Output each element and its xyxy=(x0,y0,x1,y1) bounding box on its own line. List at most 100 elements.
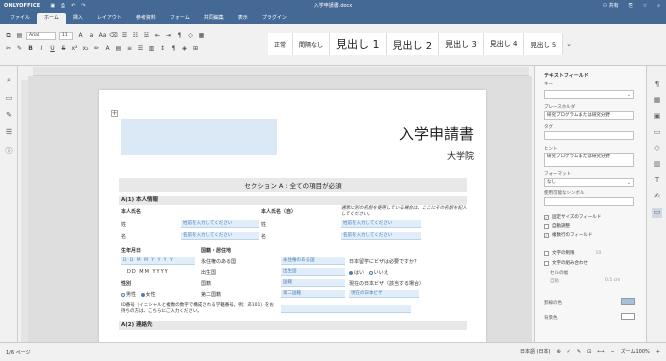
table-settings-icon[interactable]: ▦ xyxy=(652,96,662,106)
header-footer-icon[interactable]: ▭ xyxy=(652,128,662,138)
dob-field[interactable]: D D M M Y Y Y Y xyxy=(121,257,195,265)
checkbox-unchecked[interactable] xyxy=(544,223,549,229)
print-icon[interactable]: ⎙ xyxy=(61,3,65,9)
tab-collaboration[interactable]: 共同編集 xyxy=(197,13,231,24)
tab-home[interactable]: ホーム xyxy=(37,13,66,24)
id-field[interactable] xyxy=(281,305,411,313)
style-heading-4[interactable]: 見出し 4 xyxy=(483,33,525,55)
track-icon[interactable]: ✎ xyxy=(577,349,581,355)
style-normal[interactable]: 正常 xyxy=(268,33,294,55)
given-field-2[interactable]: 名前を入力してください xyxy=(341,232,421,240)
tab-view[interactable]: 表示 xyxy=(231,13,255,24)
strikethrough-icon[interactable]: S xyxy=(59,44,68,53)
logo-image-placeholder[interactable] xyxy=(121,119,277,155)
increase-indent-icon[interactable]: ⇥ xyxy=(164,31,173,40)
bold-icon[interactable]: B xyxy=(26,44,35,53)
font-size-select[interactable]: 11 xyxy=(59,31,73,40)
open-location-icon[interactable]: ⎘ xyxy=(629,3,633,9)
copy-style-icon[interactable]: ◇ xyxy=(186,31,195,40)
align-left-icon[interactable]: ▤ xyxy=(114,44,123,53)
checkbox-checked[interactable]: ✓ xyxy=(544,232,549,238)
underline-icon[interactable]: U xyxy=(48,44,57,53)
surname-field[interactable]: 姓前を入力してください xyxy=(181,220,259,228)
highlight-icon[interactable]: ✏ xyxy=(92,44,101,53)
signature-icon[interactable]: ✍ xyxy=(652,192,662,202)
zoom-level[interactable]: ズーム100% xyxy=(621,348,650,355)
tab-layout[interactable]: レイアウト xyxy=(90,13,129,24)
page-count[interactable]: 1/6 ページ xyxy=(6,349,31,356)
tab-file[interactable]: ファイル xyxy=(3,13,37,24)
paste-icon[interactable]: ▤ xyxy=(15,31,24,40)
autofit-checkbox-row[interactable]: 自動調整 xyxy=(544,223,570,229)
comb-checkbox-row[interactable]: 文字の組み合わせ xyxy=(544,260,588,266)
share-button[interactable]: ⚇ 共有 xyxy=(603,2,619,9)
style-heading-3[interactable]: 見出し 3 xyxy=(439,33,484,55)
language-select[interactable]: 日本語 (日本) xyxy=(520,348,551,355)
font-name-select[interactable]: Arial xyxy=(26,31,56,40)
current-visa-field[interactable]: 現在の日本ビザ xyxy=(349,290,419,298)
zoom-in-icon[interactable]: + xyxy=(656,349,660,355)
undo-icon[interactable]: ↶ xyxy=(71,3,75,9)
increase-font-icon[interactable]: A xyxy=(76,31,85,40)
style-heading-2[interactable]: 見出し 2 xyxy=(386,33,440,55)
gender-female-radio[interactable] xyxy=(140,292,145,297)
copy-icon[interactable]: ⧉ xyxy=(4,31,13,40)
paragraph-icon[interactable]: ¶ xyxy=(169,44,178,53)
globe-icon[interactable]: ⊕ xyxy=(556,349,560,355)
zoom-out-icon[interactable]: − xyxy=(610,349,614,355)
navigation-icon[interactable]: ☰ xyxy=(4,128,14,138)
checkbox-unchecked[interactable] xyxy=(544,250,549,256)
fill-icon[interactable]: ◈ xyxy=(180,44,189,53)
tag-input[interactable] xyxy=(544,131,634,140)
visa-yes-radio[interactable] xyxy=(349,270,353,275)
numbering-icon[interactable]: ☷ xyxy=(131,31,140,40)
format-painter-icon[interactable]: ✎ xyxy=(15,44,24,53)
cell-width-unit[interactable]: 0.5 cm xyxy=(605,278,620,283)
save-icon[interactable]: ▣ xyxy=(50,3,55,9)
hint-input[interactable]: 研究プログラムまたは研究分野 xyxy=(544,153,634,167)
paragraph-settings-icon[interactable]: ¶ xyxy=(652,80,662,90)
cell-width-value[interactable]: 自動 xyxy=(550,278,559,284)
fixed-size-checkbox-row[interactable]: ✓ 固定サイズのフィールド xyxy=(544,214,601,220)
chevron-down-icon[interactable]: ⌄ xyxy=(563,33,575,55)
style-no-spacing[interactable]: 間隔なし xyxy=(293,33,331,55)
comments-icon[interactable]: ▭ xyxy=(4,94,14,104)
about-icon[interactable]: ⓘ xyxy=(4,146,14,156)
justify-icon[interactable]: ▥ xyxy=(147,44,156,53)
multilevel-icon[interactable]: ☱ xyxy=(142,31,151,40)
tab-plugins[interactable]: プラグイン xyxy=(255,13,294,24)
search-icon[interactable]: ⌕ xyxy=(4,76,14,86)
chart-settings-icon[interactable]: ▥ xyxy=(652,160,662,170)
redo-icon[interactable]: ↷ xyxy=(81,3,85,9)
fit-width-icon[interactable]: ⟷ xyxy=(597,349,604,355)
table-move-handle-icon[interactable]: + xyxy=(111,110,118,117)
favorite-icon[interactable]: ☆ xyxy=(643,3,647,9)
superscript-icon[interactable]: x² xyxy=(70,44,79,53)
char-limit-checkbox-row[interactable]: 文字の制限 10 xyxy=(544,250,601,256)
decrease-indent-icon[interactable]: ⇤ xyxy=(153,31,162,40)
style-heading-1[interactable]: 見出し 1 xyxy=(330,33,387,55)
form-settings-icon[interactable]: ▭ xyxy=(652,208,662,218)
borders-icon[interactable]: ⊞ xyxy=(191,44,200,53)
line-spacing-icon[interactable]: ↕ xyxy=(158,44,167,53)
key-select[interactable]: ⌄ xyxy=(544,90,634,99)
horizontal-ruler[interactable] xyxy=(33,67,529,76)
spellcheck-icon[interactable]: ✓ xyxy=(567,349,571,355)
track-changes-icon[interactable]: ✎ xyxy=(4,111,14,121)
allowed-symbols-input[interactable] xyxy=(544,197,634,206)
given-field[interactable]: 名前を入力してください xyxy=(181,232,259,240)
tab-insert[interactable]: 挿入 xyxy=(66,13,90,24)
surname-field-2[interactable]: 姓前を入力してください xyxy=(341,220,421,228)
style-heading-5[interactable]: 見出し 5 xyxy=(524,33,564,55)
italic-icon[interactable]: I xyxy=(37,44,46,53)
image-settings-icon[interactable]: ▣ xyxy=(652,112,662,122)
nationality-field[interactable]: 国籍 xyxy=(281,279,345,287)
fit-page-icon[interactable]: ⊡ xyxy=(587,349,591,355)
cut-icon[interactable]: ✂ xyxy=(4,44,13,53)
align-center-icon[interactable]: ≡ xyxy=(125,44,134,53)
textart-icon[interactable]: T xyxy=(652,176,662,186)
nonprint-icon[interactable]: ¶ xyxy=(175,31,184,40)
shape-settings-icon[interactable]: ◇ xyxy=(652,144,662,154)
tab-references[interactable]: 参考資料 xyxy=(129,13,163,24)
multiline-checkbox-row[interactable]: ✓ 複数行のフィールド xyxy=(544,232,592,238)
